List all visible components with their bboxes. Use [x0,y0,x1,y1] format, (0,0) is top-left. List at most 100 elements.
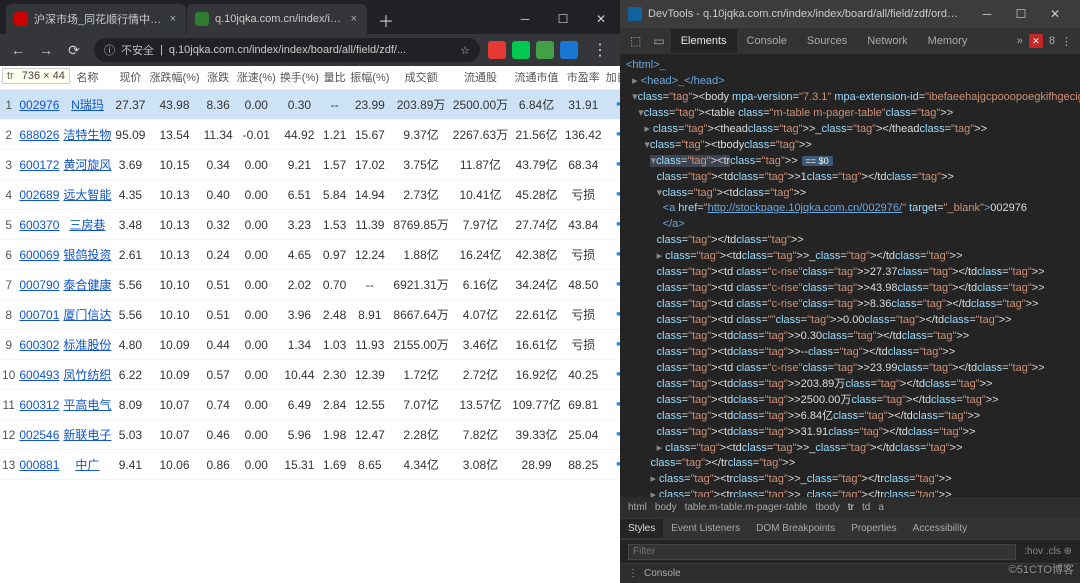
close-icon[interactable]: × [170,13,176,25]
table-row[interactable]: 6600069银鸽投资2.6110.130.240.004.650.9712.2… [0,240,620,270]
add-favorite-button[interactable]: ✚ [616,396,620,412]
dom-line[interactable]: class="tag"><tdclass="tag">>--class="tag… [626,345,1074,361]
col-header[interactable]: 振幅(%) [348,68,391,90]
close-icon[interactable]: × [351,13,357,25]
col-header[interactable]: 量比 [321,68,348,90]
add-favorite-button[interactable]: ✚ [616,306,620,322]
stock-name-link[interactable]: 泰合健康 [63,278,111,292]
dom-line[interactable]: ▸ class="tag"><trclass="tag">>_class="ta… [626,488,1074,497]
col-header[interactable]: 涨跌 [202,68,235,90]
stock-code-link[interactable]: 600302 [19,338,59,352]
new-tab-button[interactable]: ＋ [372,6,400,34]
table-row[interactable]: 9600302标准股份4.8010.090.440.001.341.0311.9… [0,330,620,360]
stock-name-link[interactable]: 银鸽投资 [63,248,111,262]
stock-name-link[interactable]: 新联电子 [63,428,111,442]
col-header[interactable]: 涨跌幅(%) [147,68,201,90]
ext-icon-2[interactable] [512,41,530,59]
stock-name-link[interactable]: 三房巷 [69,218,105,232]
browser-tab-1[interactable]: 沪深市场_同花顺行情中心_同花 × [6,4,186,34]
add-favorite-button[interactable]: ✚ [616,96,620,112]
dom-line[interactable]: class="tag"></trclass="tag">> [626,456,1074,472]
dom-line[interactable]: class="tag"><tdclass="tag">>1class="tag"… [626,170,1074,186]
stock-name-link[interactable]: 凤竹纺织 [63,368,111,382]
crumb-item[interactable]: tr [848,502,854,513]
col-header[interactable]: 加自选 [604,68,620,90]
dom-line[interactable]: class="tag"><td class="c-rise"class="tag… [626,265,1074,281]
add-favorite-button[interactable]: ✚ [616,156,620,172]
info-icon[interactable]: ⓘ [104,42,115,58]
dom-line[interactable]: class="tag"><tdclass="tag">>6.84亿class="… [626,409,1074,425]
devtools-menu-icon[interactable]: ⋮ [1061,35,1072,48]
dom-line[interactable]: class="tag"><td class="c-rise"class="tag… [626,281,1074,297]
add-favorite-button[interactable]: ✚ [616,366,620,382]
col-header[interactable]: 换手(%) [278,68,321,90]
table-row[interactable]: 3600172黄河旋风3.6910.150.340.009.211.5717.0… [0,150,620,180]
tab-dom-breakpoints[interactable]: DOM Breakpoints [748,519,843,538]
tab-properties[interactable]: Properties [843,519,905,538]
tab-styles[interactable]: Styles [620,519,663,538]
dom-line[interactable]: class="tag"><tdclass="tag">>31.91class="… [626,425,1074,441]
crumb-item[interactable]: td [862,502,870,513]
dom-line[interactable]: ▾class="tag"><tbodyclass="tag">> [626,138,1074,154]
table-wrapper[interactable]: 序代码名称现价涨跌幅(%)涨跌涨速(%)换手(%)量比振幅(%)成交额流通股流通… [0,66,620,583]
dom-line[interactable]: <html>_ [626,58,1074,74]
table-row[interactable]: 12002546新联电子5.0310.070.460.005.961.9812.… [0,420,620,450]
add-favorite-button[interactable]: ✚ [616,216,620,232]
table-row[interactable]: 2688026洁特生物95.0913.5411.34-0.0144.921.21… [0,120,620,150]
add-favorite-button[interactable]: ✚ [616,186,620,202]
col-header[interactable]: 现价 [113,68,147,90]
browser-menu-button[interactable]: ⋮ [586,40,614,60]
col-header[interactable]: 流通市值 [510,68,563,90]
stock-name-link[interactable]: 标准股份 [63,338,111,352]
dom-line[interactable]: ▸ class="tag"><trclass="tag">>_class="ta… [626,472,1074,488]
stock-name-link[interactable]: 黄河旋风 [63,158,111,172]
minimize-button[interactable]: ─ [506,4,544,34]
reload-button[interactable]: ⟳ [62,42,86,59]
maximize-button[interactable]: ☐ [544,4,582,34]
back-button[interactable]: ← [6,42,30,59]
stock-code-link[interactable]: 002689 [19,188,59,202]
console-drawer-toggle[interactable]: ⋮ [628,568,638,579]
tab-accessibility[interactable]: Accessibility [905,519,975,538]
tab-memory[interactable]: Memory [918,29,978,53]
dom-line[interactable]: class="tag"><td class="c-rise"class="tag… [626,361,1074,377]
breadcrumb[interactable]: htmlbodytable.m-table.m-pager-tabletbody… [620,497,1080,517]
add-favorite-button[interactable]: ✚ [616,246,620,262]
tab-sources[interactable]: Sources [797,29,857,53]
dom-line[interactable]: class="tag"><td class=""class="tag">>0.0… [626,313,1074,329]
tab-more[interactable]: » [1017,35,1023,47]
dom-line[interactable]: ▸ class="tag"><theadclass="tag">>_class=… [626,122,1074,138]
stock-code-link[interactable]: 600370 [19,218,59,232]
add-favorite-button[interactable]: ✚ [616,426,620,442]
dom-tree[interactable]: <html>_ ▸ <head>_</head> ▾class="tag"><b… [620,54,1080,497]
stock-name-link[interactable]: 远大智能 [63,188,111,202]
stock-code-link[interactable]: 000881 [19,458,59,472]
stock-name-link[interactable]: 中广 [75,458,99,472]
stock-code-link[interactable]: 600172 [19,158,59,172]
dom-line[interactable]: ▾class="tag"><trclass="tag">>== $0 [626,154,1074,170]
stock-code-link[interactable]: 600069 [19,248,59,262]
stock-name-link[interactable]: N瑞玛 [71,98,104,112]
dom-line[interactable]: </a> [626,217,1074,233]
table-row[interactable]: 8000701厦门信达5.5610.100.510.003.962.488.91… [0,300,620,330]
dom-line[interactable]: <a href="http://stockpage.10jqka.com.cn/… [626,201,1074,217]
dom-line[interactable]: class="tag"><td class="c-rise"class="tag… [626,297,1074,313]
table-row[interactable]: 10600493凤竹纺织6.2210.090.570.0010.442.3012… [0,360,620,390]
hov-cls-toggle[interactable]: :hov .cls ⊕ [1024,546,1072,557]
table-row[interactable]: 5600370三房巷3.4810.130.320.003.231.5311.39… [0,210,620,240]
crumb-item[interactable]: table.m-table.m-pager-table [685,502,808,513]
dt-maximize[interactable]: ☐ [1004,7,1038,21]
ext-icon-3[interactable] [536,41,554,59]
dom-line[interactable]: ▾class="tag"><body mpa-version="7.3.1" m… [626,90,1074,106]
stock-code-link[interactable]: 002976 [19,98,59,112]
crumb-item[interactable]: a [878,502,884,513]
stock-name-link[interactable]: 平高电气 [63,398,111,412]
error-count-badge[interactable]: ✕ [1029,34,1043,48]
col-header[interactable]: 成交额 [391,68,450,90]
ext-icon-4[interactable] [560,41,578,59]
dt-close[interactable]: ✕ [1038,7,1072,21]
add-favorite-button[interactable]: ✚ [616,456,620,472]
close-button[interactable]: ✕ [582,4,620,34]
tab-network[interactable]: Network [857,29,917,53]
tab-event-listeners[interactable]: Event Listeners [663,519,748,538]
